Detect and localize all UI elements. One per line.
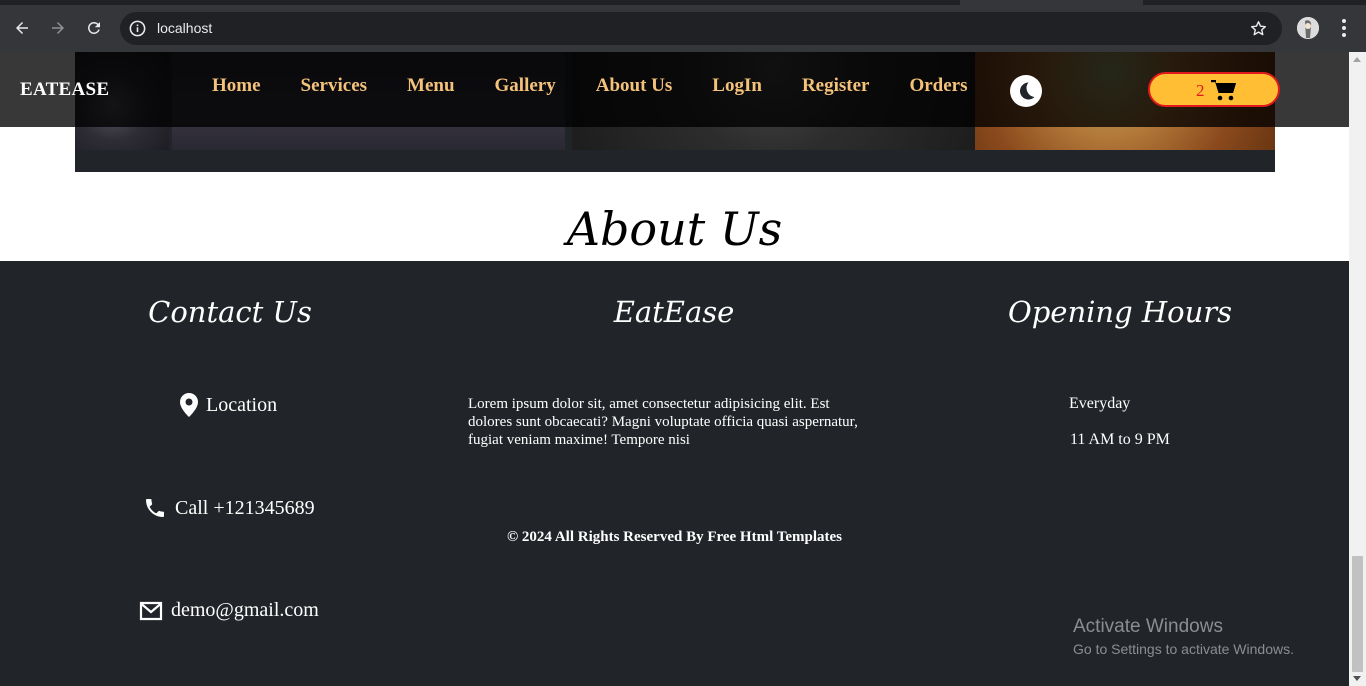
scrollbar-thumb[interactable] (1352, 556, 1363, 672)
about-description: Lorem ipsum dolor sit, amet consectetur … (468, 396, 858, 448)
location-label: Location (206, 393, 278, 416)
reload-icon (87, 21, 100, 34)
page-viewport: EATEASE Home Services Menu Gallery About… (0, 52, 1349, 686)
map-pin-icon (180, 393, 198, 417)
nav-menu[interactable]: Menu (387, 75, 475, 97)
page-scrollbar[interactable] (1349, 52, 1366, 686)
site-info-icon[interactable] (128, 19, 147, 38)
nav-gallery[interactable]: Gallery (475, 75, 576, 97)
nav-login[interactable]: LogIn (692, 75, 782, 97)
windows-activation-subtitle: Go to Settings to activate Windows. (1073, 641, 1294, 657)
brand-logo[interactable]: EATEASE (20, 79, 109, 101)
email-link[interactable]: demo@gmail.com (139, 599, 319, 622)
active-tab[interactable] (960, 0, 1143, 5)
browser-menu-icon[interactable] (1334, 16, 1354, 40)
browser-toolbar: localhost (0, 0, 1366, 52)
cart-icon (1211, 80, 1236, 101)
scroll-up-arrow-icon[interactable] (1353, 57, 1361, 62)
nav-services[interactable]: Services (281, 75, 387, 97)
opening-time: 11 AM to 9 PM (1070, 431, 1170, 448)
location-link[interactable]: Location (180, 393, 277, 417)
email-label: demo@gmail.com (171, 599, 319, 621)
forward-button[interactable] (44, 14, 72, 42)
envelope-icon (139, 601, 163, 620)
about-heading: About Us (566, 202, 783, 256)
nav-about[interactable]: About Us (576, 75, 693, 97)
scroll-down-arrow-icon[interactable] (1353, 676, 1361, 681)
nav-orders[interactable]: Orders (889, 75, 987, 97)
nav-home[interactable]: Home (192, 75, 281, 97)
address-bar[interactable]: localhost (120, 12, 1282, 45)
back-arrow-icon (16, 22, 28, 34)
back-button[interactable] (8, 14, 36, 42)
url-text[interactable]: localhost (157, 20, 212, 36)
phone-icon (146, 499, 164, 517)
reload-button[interactable] (80, 14, 108, 42)
copyright-text: © 2024 All Rights Reserved By Free Html … (506, 529, 843, 545)
dark-mode-toggle[interactable] (1010, 75, 1042, 107)
main-nav: Home Services Menu Gallery About Us LogI… (192, 75, 988, 97)
contact-heading: Contact Us (148, 295, 312, 329)
profile-avatar[interactable] (1297, 17, 1319, 39)
windows-activation-title: Activate Windows (1073, 616, 1223, 637)
info-heading: EatEase (613, 295, 735, 329)
hours-heading: Opening Hours (1007, 295, 1233, 329)
call-link[interactable]: Call +121345689 (143, 496, 315, 520)
cart-button[interactable]: 2 (1148, 72, 1280, 107)
bookmark-star-icon[interactable] (1249, 19, 1268, 38)
call-label: Call +121345689 (175, 496, 315, 519)
tab-strip (0, 0, 1366, 5)
opening-days: Everyday (1069, 395, 1131, 412)
moon-icon (1019, 82, 1035, 100)
nav-register[interactable]: Register (782, 75, 890, 97)
site-header: EATEASE Home Services Menu Gallery About… (0, 52, 1349, 127)
forward-arrow-icon (52, 22, 64, 34)
avatar-icon (1297, 17, 1319, 39)
cart-count: 2 (1196, 81, 1205, 100)
